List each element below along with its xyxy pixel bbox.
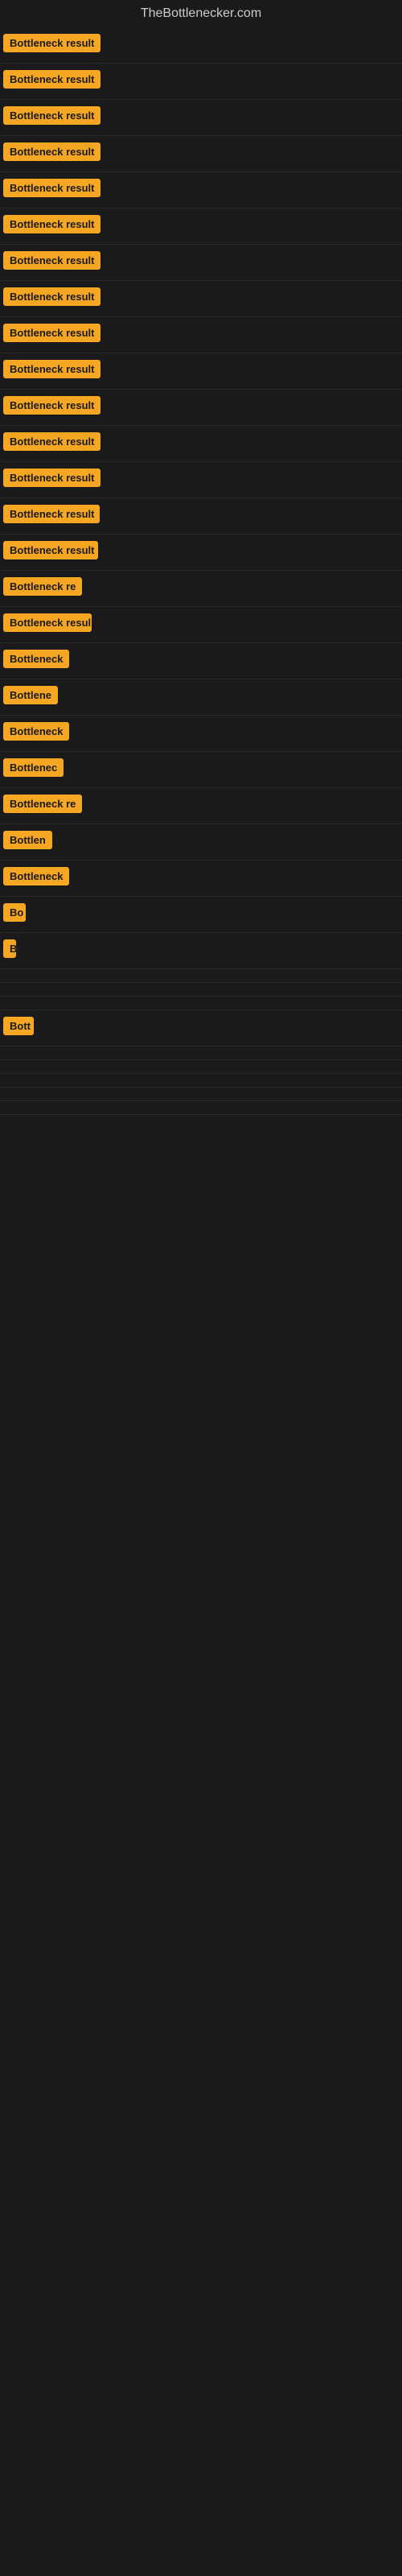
bottleneck-result-tag: Bottleneck re (3, 795, 82, 813)
bottleneck-result-tag: Bott (3, 1017, 34, 1035)
list-item[interactable]: Bottleneck result (0, 136, 402, 172)
bottleneck-result-tag: Bo (3, 903, 26, 922)
list-item[interactable] (0, 1088, 402, 1101)
list-item[interactable] (0, 983, 402, 997)
list-item[interactable] (0, 1101, 402, 1115)
site-title: TheBottlenecker.com (0, 0, 402, 27)
list-item[interactable]: Bottleneck re (0, 788, 402, 824)
bottleneck-result-tag: Bottleneck result (3, 432, 100, 451)
list-item[interactable]: Bottleneck result (0, 172, 402, 208)
bottleneck-result-tag: Bottlene (3, 686, 58, 704)
list-item[interactable]: Bottleneck (0, 716, 402, 752)
list-item[interactable] (0, 997, 402, 1010)
list-item[interactable]: Bottleneck result (0, 462, 402, 498)
list-item[interactable]: Bottlen (0, 824, 402, 861)
bottleneck-result-tag: Bottleneck result (3, 70, 100, 89)
list-item[interactable] (0, 1060, 402, 1074)
bottleneck-result-tag: Bottleneck (3, 722, 69, 741)
bottleneck-result-tag: Bottleneck result (3, 287, 100, 306)
site-header: TheBottlenecker.com (0, 0, 402, 27)
list-item[interactable]: Bottleneck result (0, 27, 402, 64)
bottleneck-result-tag: Bottleneck result (3, 179, 100, 197)
list-item[interactable]: Bottleneck result (0, 353, 402, 390)
list-item[interactable]: Bottleneck re (0, 571, 402, 607)
bottleneck-result-tag: Bottleneck result (3, 324, 100, 342)
list-item[interactable]: Bottleneck result (0, 390, 402, 426)
list-item[interactable]: Bottleneck result (0, 245, 402, 281)
list-item[interactable]: Bottleneck result (0, 317, 402, 353)
list-item[interactable] (0, 1074, 402, 1088)
bottleneck-result-tag: Bottleneck (3, 650, 69, 668)
list-item[interactable]: Bottleneck result (0, 281, 402, 317)
bottleneck-result-tag: Bottlenec (3, 758, 64, 777)
bottleneck-result-tag: Bottleneck result (3, 106, 100, 125)
list-item[interactable]: Bo (0, 897, 402, 933)
list-item[interactable]: Bottleneck result (0, 64, 402, 100)
list-item[interactable]: Bottleneck resul (0, 607, 402, 643)
bottleneck-result-tag: Bottleneck result (3, 142, 100, 161)
bottleneck-result-tag: Bottleneck result (3, 541, 98, 559)
list-item[interactable]: Bottlenec (0, 752, 402, 788)
list-item[interactable]: Bottleneck result (0, 535, 402, 571)
bottleneck-result-tag: Bottleneck result (3, 505, 100, 523)
bottleneck-result-tag: Bottleneck result (3, 469, 100, 487)
bottleneck-result-tag: Bottleneck result (3, 215, 100, 233)
bottleneck-result-tag: Bottleneck (3, 867, 69, 886)
rows-container: Bottleneck result Bottleneck result Bottle… (0, 27, 402, 1115)
bottleneck-result-tag: Bottleneck result (3, 251, 100, 270)
bottleneck-result-tag: Bottleneck result (3, 360, 100, 378)
list-item[interactable]: B (0, 933, 402, 969)
list-item[interactable]: Bottleneck (0, 643, 402, 679)
list-item[interactable]: Bottleneck result (0, 426, 402, 462)
list-item[interactable] (0, 1046, 402, 1060)
bottleneck-result-tag: B (3, 939, 16, 958)
bottleneck-result-tag: Bottleneck resul (3, 613, 92, 632)
list-item[interactable]: Bottleneck result (0, 100, 402, 136)
bottleneck-result-tag: Bottleneck re (3, 577, 82, 596)
list-item[interactable] (0, 969, 402, 983)
bottleneck-result-tag: Bottleneck result (3, 396, 100, 415)
list-item[interactable]: Bottlene (0, 679, 402, 716)
bottleneck-result-tag: Bottleneck result (3, 34, 100, 52)
bottleneck-result-tag: Bottlen (3, 831, 52, 849)
list-item[interactable]: Bott (0, 1010, 402, 1046)
list-item[interactable]: Bottleneck result (0, 208, 402, 245)
list-item[interactable]: Bottleneck (0, 861, 402, 897)
list-item[interactable]: Bottleneck result (0, 498, 402, 535)
